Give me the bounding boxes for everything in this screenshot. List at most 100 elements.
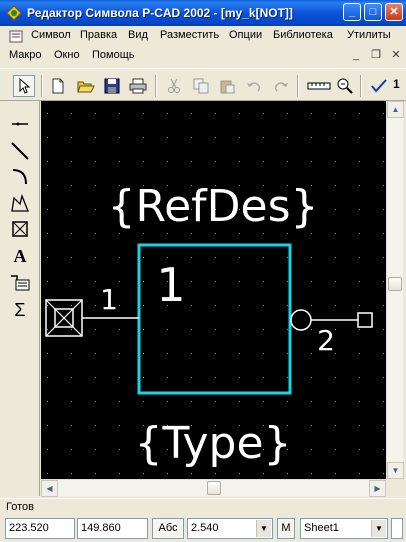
mode-m-button[interactable]: M: [277, 518, 295, 539]
text-tool-icon[interactable]: A: [8, 245, 32, 267]
absolute-mode-button[interactable]: Абс: [152, 518, 184, 539]
line-tool-icon[interactable]: [8, 140, 32, 162]
grid-dot: [215, 377, 216, 378]
grid-dot: [47, 113, 48, 114]
grid-dot: [383, 257, 384, 258]
grid-dot: [311, 137, 312, 138]
cut-icon[interactable]: [163, 75, 185, 97]
grid-dot: [263, 473, 264, 474]
grid-dot: [71, 113, 72, 114]
grid-size-dropdown[interactable]: 2.540 ▼: [187, 518, 273, 539]
vertical-scroll-thumb[interactable]: [388, 277, 402, 291]
tool-palette: A Σ: [0, 101, 40, 496]
pin-right-number: 2: [317, 324, 335, 357]
arc-tool-icon[interactable]: [8, 165, 32, 187]
ref-point-icon[interactable]: Σ: [8, 299, 32, 321]
grid-dot: [311, 257, 312, 258]
horizontal-scrollbar[interactable]: ◀ ▶: [41, 479, 386, 497]
polygon-tool-icon[interactable]: [8, 192, 32, 214]
app-icon: [6, 5, 22, 21]
dropdown-arrow-icon[interactable]: ▼: [371, 520, 386, 537]
paste-icon[interactable]: [216, 75, 238, 97]
type-attribute[interactable]: {Type}: [134, 418, 291, 469]
vertical-scrollbar[interactable]: ▲ ▼: [386, 101, 404, 479]
grid-dot: [119, 137, 120, 138]
symbol-canvas[interactable]: {RefDes} 1 1 2 {Type}: [41, 101, 386, 479]
scroll-down-arrow-icon[interactable]: ▼: [387, 462, 404, 479]
scroll-corner: [386, 479, 403, 496]
grid-dot: [335, 185, 336, 186]
grid-dot: [239, 161, 240, 162]
grid-dot: [335, 401, 336, 402]
new-file-icon[interactable]: [47, 75, 69, 97]
grid-dot: [71, 425, 72, 426]
mdi-minimize-button[interactable]: _: [348, 48, 364, 64]
toolbar-separator: [41, 75, 43, 97]
grid-dot: [167, 113, 168, 114]
print-icon[interactable]: [127, 75, 149, 97]
grid-dot: [95, 185, 96, 186]
menu-symbol[interactable]: Символ: [31, 29, 71, 41]
maximize-button[interactable]: □: [364, 3, 382, 21]
menu-library[interactable]: Библиотека: [273, 29, 333, 41]
grid-dot: [47, 233, 48, 234]
dropdown-arrow-icon[interactable]: ▼: [256, 520, 271, 537]
horizontal-scroll-thumb[interactable]: [207, 481, 221, 495]
point-tool-icon[interactable]: [8, 218, 32, 240]
grid-dot: [287, 233, 288, 234]
grid-dot: [119, 329, 120, 330]
grid-dot: [359, 353, 360, 354]
sheet-dropdown[interactable]: Sheet1 ▼: [300, 518, 388, 539]
attribute-tool-icon[interactable]: [8, 272, 32, 294]
minimize-button[interactable]: _: [343, 3, 361, 21]
checkmark-icon[interactable]: [368, 75, 390, 97]
menu-help[interactable]: Помощь: [92, 49, 135, 61]
grid-dot: [311, 329, 312, 330]
grid-dot: [191, 113, 192, 114]
select-arrow-icon[interactable]: [13, 75, 35, 97]
refdes-attribute[interactable]: {RefDes}: [107, 181, 318, 232]
close-button[interactable]: ✕: [385, 3, 403, 21]
grid-dot: [191, 329, 192, 330]
grid-dot: [263, 377, 264, 378]
redo-icon[interactable]: [270, 75, 292, 97]
open-folder-icon[interactable]: [75, 75, 97, 97]
menu-place[interactable]: Разместить: [160, 29, 219, 41]
grid-dot: [119, 401, 120, 402]
grid-dot: [383, 401, 384, 402]
zoom-icon[interactable]: [334, 75, 356, 97]
scroll-right-arrow-icon[interactable]: ▶: [369, 480, 386, 497]
grid-dot: [47, 425, 48, 426]
scroll-up-arrow-icon[interactable]: ▲: [387, 101, 404, 118]
menu-utilities[interactable]: Утилиты: [347, 29, 391, 41]
body-number-label: 1: [156, 258, 185, 312]
mdi-restore-button[interactable]: ❐: [368, 48, 384, 64]
menu-macro[interactable]: Макро: [9, 49, 41, 61]
grid-dot: [311, 161, 312, 162]
measure-ruler-icon[interactable]: [306, 75, 332, 97]
grid-dot: [167, 137, 168, 138]
grid-dot: [191, 473, 192, 474]
status-extra-field: [391, 518, 403, 539]
undo-icon[interactable]: [243, 75, 265, 97]
grid-dot: [143, 401, 144, 402]
menu-edit[interactable]: Правка: [80, 29, 117, 41]
grid-dot: [287, 113, 288, 114]
menu-view[interactable]: Вид: [128, 29, 148, 41]
menu-window[interactable]: Окно: [54, 49, 80, 61]
grid-dot: [383, 377, 384, 378]
pin-left[interactable]: [45, 299, 139, 337]
pin-tool-icon[interactable]: [8, 113, 32, 135]
mdi-close-button[interactable]: ✕: [388, 48, 404, 64]
x-coordinate-field[interactable]: 223.520: [5, 518, 75, 539]
save-disk-icon[interactable]: [101, 75, 123, 97]
grid-dot: [287, 305, 288, 306]
grid-dot: [383, 329, 384, 330]
scroll-left-arrow-icon[interactable]: ◀: [41, 480, 58, 497]
copy-icon[interactable]: [190, 75, 212, 97]
menu-options[interactable]: Опции: [229, 29, 262, 41]
grid-dot: [311, 401, 312, 402]
grid-dot: [335, 377, 336, 378]
y-coordinate-field[interactable]: 149.860: [77, 518, 148, 539]
grid-dot: [311, 377, 312, 378]
